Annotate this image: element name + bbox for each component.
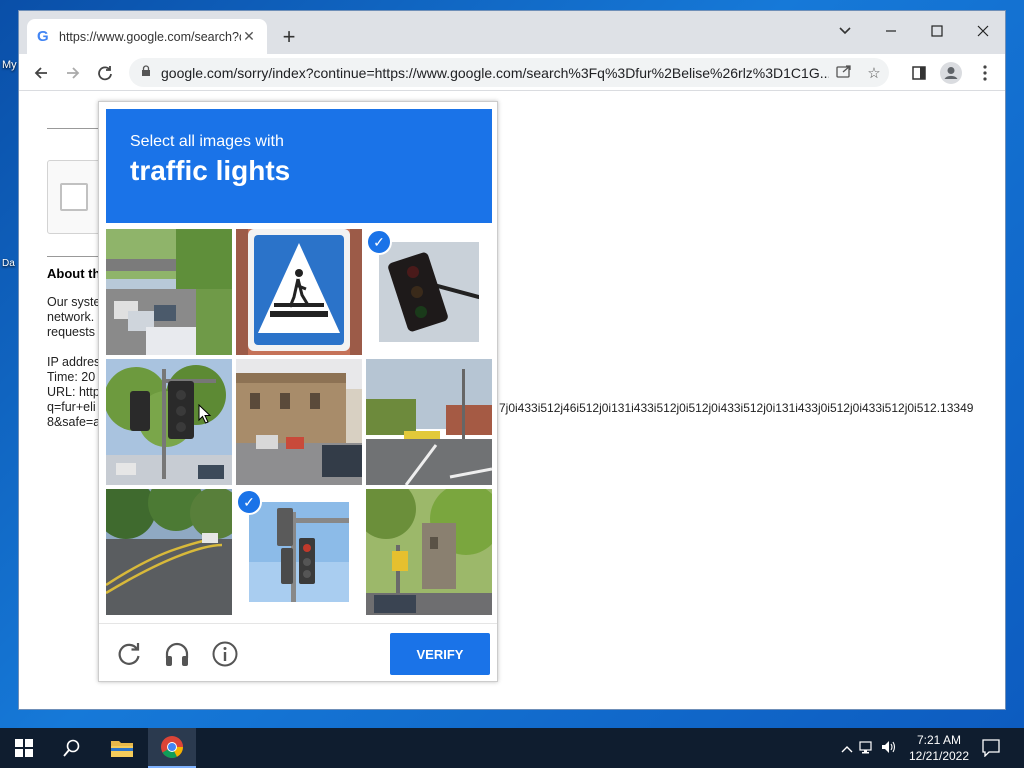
system-tray — [838, 728, 900, 768]
minimize-icon — [886, 30, 896, 32]
headphones-icon — [165, 642, 189, 666]
challenge-header: Select all images with traffic lights — [106, 109, 492, 223]
side-panel-button[interactable] — [905, 59, 933, 87]
start-button[interactable] — [0, 728, 48, 768]
folder-icon — [111, 741, 133, 757]
windows-logo-icon — [15, 739, 33, 757]
url-label-text: URL: http — [47, 385, 100, 399]
profile-button[interactable] — [937, 59, 965, 87]
network-icon[interactable] — [856, 740, 878, 757]
side-panel-icon — [912, 66, 926, 80]
mouse-cursor-icon — [198, 404, 212, 424]
image-tile-1[interactable] — [106, 229, 232, 355]
lock-icon[interactable] — [141, 65, 161, 80]
chrome-icon — [161, 736, 183, 758]
back-button[interactable] — [27, 59, 55, 87]
image-tile-4[interactable] — [106, 359, 232, 485]
file-explorer-button[interactable] — [98, 728, 146, 768]
body-text: Our syste — [47, 295, 101, 309]
reload-button[interactable] — [91, 59, 119, 87]
selected-check-icon: ✓ — [366, 229, 392, 255]
url-value-text: q=fur+eli — [47, 400, 96, 414]
search-icon — [63, 739, 80, 757]
chevron-up-icon[interactable] — [838, 741, 856, 756]
image-tile-5[interactable] — [236, 359, 362, 485]
image-tile-6[interactable] — [366, 359, 492, 485]
reload-icon — [118, 643, 140, 665]
challenge-footer: VERIFY — [99, 623, 497, 681]
recaptcha-checkbox[interactable] — [60, 183, 88, 211]
search-button[interactable] — [48, 728, 96, 768]
challenge-target: traffic lights — [130, 155, 291, 186]
tab-title: https://www.google.com/search?q=fur+elis… — [59, 29, 241, 44]
close-window-button[interactable] — [963, 17, 1003, 45]
body-text: requests — [47, 325, 95, 339]
kebab-menu-icon — [983, 65, 987, 81]
clock-time: 7:21 AM — [916, 733, 962, 747]
browser-toolbar: google.com/sorry/index?continue=https://… — [19, 54, 1005, 91]
forward-button[interactable] — [59, 59, 87, 87]
image-grid: ✓ ✓ — [106, 229, 492, 615]
maximize-button[interactable] — [917, 17, 957, 45]
reload-challenge-button[interactable] — [115, 640, 143, 668]
avatar-icon — [940, 62, 962, 84]
chrome-taskbar-button[interactable] — [148, 728, 196, 768]
reload-icon — [98, 66, 112, 81]
image-tile-8[interactable]: ✓ — [236, 489, 362, 615]
tab-close-icon[interactable]: ✕ — [241, 28, 257, 45]
long-url-fragment: 7j0i433i512j46i512j0i131i433i512j0i512j0… — [499, 401, 974, 415]
share-icon[interactable] — [829, 64, 859, 82]
challenge-instruction: Select all images with — [130, 133, 284, 150]
info-button[interactable] — [211, 640, 239, 668]
verify-button[interactable]: VERIFY — [390, 633, 490, 675]
ip-address-text: IP addres — [47, 355, 101, 369]
tab-search-button[interactable] — [825, 17, 865, 45]
time-text: Time: 20 — [47, 370, 96, 384]
arrow-right-icon — [67, 67, 80, 79]
bookmark-star-icon[interactable]: ☆ — [859, 64, 889, 82]
chevron-down-icon — [839, 27, 851, 35]
minimize-button[interactable] — [871, 17, 911, 45]
url-text[interactable]: google.com/sorry/index?continue=https://… — [161, 65, 829, 81]
close-icon — [977, 25, 989, 37]
new-tab-button[interactable]: + — [277, 24, 301, 50]
selected-check-icon: ✓ — [236, 489, 262, 515]
browser-tab[interactable]: G https://www.google.com/search?q=fur+el… — [27, 19, 267, 54]
image-tile-2[interactable] — [236, 229, 362, 355]
about-heading: About th — [47, 266, 101, 281]
audio-challenge-button[interactable] — [163, 640, 191, 668]
menu-button[interactable] — [971, 59, 999, 87]
tile-image — [379, 242, 479, 342]
arrow-left-icon — [34, 67, 47, 79]
system-clock[interactable]: 7:21 AM 12/21/2022 — [906, 732, 972, 764]
image-tile-7[interactable] — [106, 489, 232, 615]
volume-icon[interactable] — [878, 740, 900, 757]
google-g-icon: G — [37, 28, 49, 45]
info-icon — [212, 641, 238, 667]
clock-date: 12/21/2022 — [908, 749, 970, 763]
taskbar: 7:21 AM 12/21/2022 — [0, 728, 1024, 768]
url-value-text: 8&safe=a — [47, 415, 101, 429]
body-text: network. — [47, 310, 95, 324]
notifications-button[interactable] — [968, 728, 1014, 768]
address-bar[interactable]: google.com/sorry/index?continue=https://… — [129, 58, 889, 87]
desktop-icon-label[interactable]: My — [2, 59, 17, 71]
image-tile-3[interactable]: ✓ — [366, 229, 492, 355]
notification-icon — [982, 739, 1000, 757]
image-tile-9[interactable] — [366, 489, 492, 615]
tile-image — [249, 502, 349, 602]
desktop-icon-label[interactable]: Da — [2, 258, 15, 269]
recaptcha-challenge: Select all images with traffic lights ✓ … — [98, 101, 498, 682]
tab-strip: G https://www.google.com/search?q=fur+el… — [19, 11, 1005, 54]
maximize-icon — [931, 25, 943, 37]
